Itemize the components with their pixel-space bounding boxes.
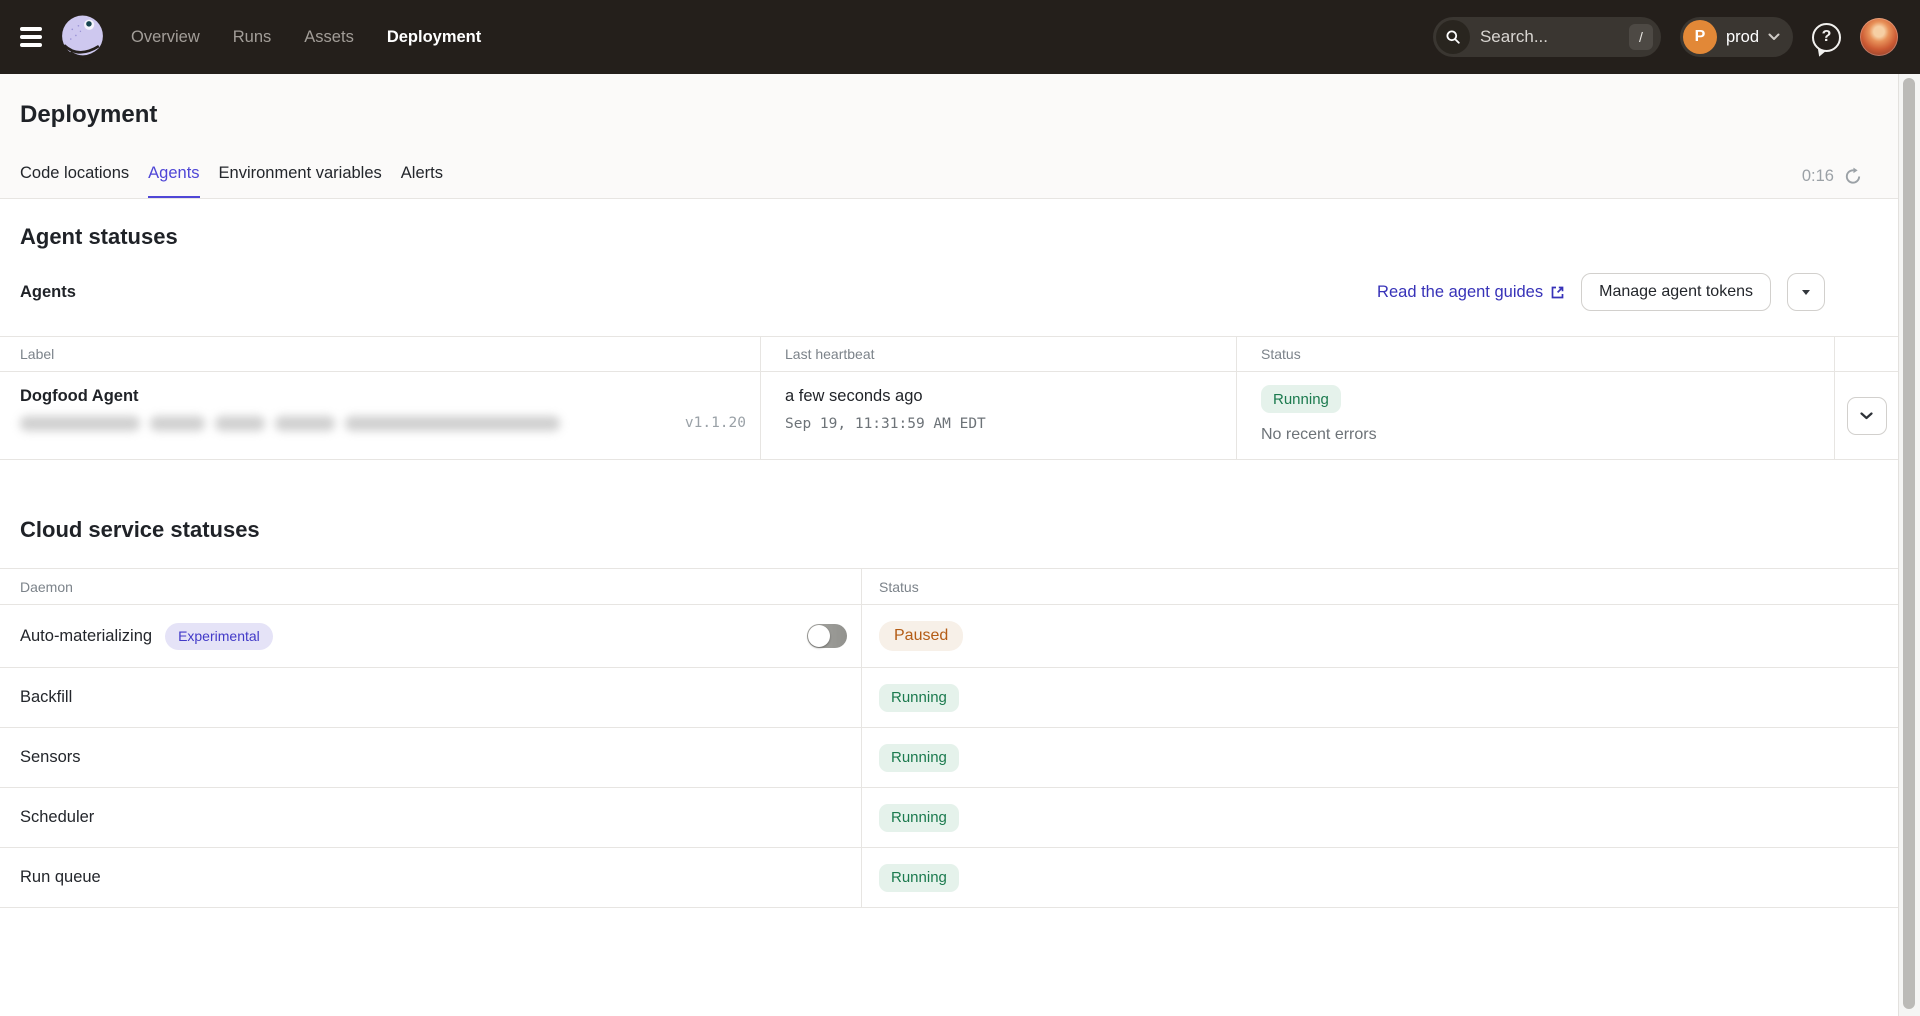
column-header-actions [1834,337,1898,371]
help-icon[interactable]: ? [1812,23,1841,52]
service-row-run-queue: Run queue Running [0,848,1898,908]
nav-right: / P prod ? [1433,17,1898,57]
search-shortcut-key: / [1629,24,1653,50]
refresh-timer-value: 0:16 [1802,167,1834,186]
service-label: Scheduler [20,808,94,827]
nav-link-deployment[interactable]: Deployment [387,28,481,47]
org-label: prod [1726,28,1759,47]
scrollbar-thumb[interactable] [1903,78,1915,1009]
service-status-badge: Running [879,804,959,832]
chevron-down-icon [1860,412,1873,420]
agent-statuses-heading: Agent statuses [20,224,1898,250]
nav-link-runs[interactable]: Runs [233,28,272,47]
agents-table-header: Label Last heartbeat Status [0,337,1898,372]
search-input[interactable] [1480,27,1619,47]
search-icon [1436,20,1470,54]
service-row-backfill: Backfill Running [0,668,1898,728]
user-avatar[interactable] [1860,18,1898,56]
refresh-countdown: 0:16 [1802,167,1862,198]
deployment-switcher[interactable]: P prod [1680,17,1793,57]
nav-link-overview[interactable]: Overview [131,28,200,47]
column-header-daemon: Daemon [0,569,861,604]
page-header: Deployment Code locations Agents Environ… [0,74,1898,199]
service-status-badge: Running [879,684,959,712]
search-box[interactable]: / [1433,17,1661,57]
tab-agents[interactable]: Agents [148,164,199,198]
services-table-header: Daemon Status [0,569,1898,605]
tab-alerts[interactable]: Alerts [401,164,443,198]
vertical-scrollbar[interactable] [1898,74,1920,1016]
agents-table: Label Last heartbeat Status Dogfood Agen… [0,336,1898,460]
service-label: Sensors [20,748,81,767]
top-nav: Overview Runs Assets Deployment / P prod… [0,0,1920,74]
services-table: Daemon Status Auto-materializing Experim… [0,568,1898,908]
service-label: Backfill [20,688,72,707]
agent-row: Dogfood Agent v1.1.20 a few seconds ago … [0,372,1898,460]
agent-name: Dogfood Agent [20,387,746,406]
heartbeat-timestamp: Sep 19, 11:31:59 AM EDT [785,416,1236,432]
service-label: Run queue [20,868,101,887]
heartbeat-relative: a few seconds ago [785,387,1236,406]
manage-agent-tokens-button[interactable]: Manage agent tokens [1581,273,1771,311]
org-avatar: P [1683,20,1717,54]
agent-status-badge: Running [1261,385,1341,413]
refresh-icon[interactable] [1843,167,1862,186]
agents-actions: Read the agent guides Manage agent token… [1377,273,1825,311]
service-status-badge: Running [879,864,959,892]
chevron-down-icon [1768,33,1780,41]
column-header-status: Status [1236,337,1834,371]
agents-toolbar: Agents Read the agent guides Manage agen… [20,273,1825,311]
tab-code-locations[interactable]: Code locations [20,164,129,198]
column-header-status: Status [861,569,1898,604]
agent-tokens-dropdown-button[interactable] [1787,273,1825,311]
service-status-badge: Paused [879,621,963,651]
experimental-badge: Experimental [165,623,273,650]
column-header-label: Label [0,337,760,371]
external-link-icon [1550,285,1565,300]
page-title: Deployment [20,101,1862,129]
nav-links: Overview Runs Assets Deployment [131,28,481,47]
agent-errors-text: No recent errors [1261,426,1377,444]
service-row-sensors: Sensors Running [0,728,1898,788]
caret-down-icon [1802,290,1810,295]
menu-icon[interactable] [20,27,42,47]
agent-guides-link-label: Read the agent guides [1377,283,1543,302]
agent-row-expand-button[interactable] [1847,397,1887,435]
service-status-badge: Running [879,744,959,772]
auto-materializing-toggle[interactable] [807,624,847,648]
agents-subheading: Agents [20,283,76,302]
service-label: Auto-materializing [20,627,152,646]
service-row-scheduler: Scheduler Running [0,788,1898,848]
agent-guides-link[interactable]: Read the agent guides [1377,283,1565,302]
agent-version: v1.1.20 [685,415,746,431]
service-row-auto-materializing: Auto-materializing Experimental Paused [0,605,1898,668]
column-header-last-heartbeat: Last heartbeat [760,337,1236,371]
tab-environment-variables[interactable]: Environment variables [219,164,382,198]
tabs: Code locations Agents Environment variab… [20,164,1862,198]
dagster-logo-icon[interactable] [58,13,107,62]
nav-link-assets[interactable]: Assets [304,28,354,47]
agent-id-redacted [20,416,560,431]
cloud-service-statuses-heading: Cloud service statuses [20,517,1898,543]
